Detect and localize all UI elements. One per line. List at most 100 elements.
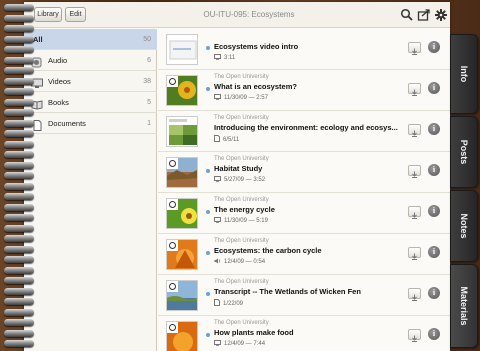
library-button[interactable]: Library [34,7,62,22]
info-icon[interactable]: i [428,123,440,135]
tab-notes[interactable]: Notes [450,190,478,262]
tab-info[interactable]: Info [450,34,478,114]
spiral-ring [4,161,34,169]
spiral-ring [4,277,34,284]
sidebar-item-label: Videos [48,77,71,86]
item-meta-text: 11/30/09 — 5:19 [224,218,268,224]
list-item[interactable]: The Open University How plants make food… [158,316,450,351]
spiral-ring [4,77,34,85]
spiral-binding [0,0,34,351]
document-icon [214,299,220,306]
list-item[interactable]: The Open University Introducing the envi… [158,111,450,152]
item-meta: 5/27/09 — 3:52 [214,176,265,183]
download-icon[interactable] [408,288,421,301]
spiral-ring [4,25,34,32]
spiral-ring [4,182,34,190]
list-item[interactable]: The Open University Ecosystems: the carb… [158,234,450,275]
sidebar-item-count: 6 [147,57,151,64]
spiral-ring [4,245,34,253]
spiral-ring [4,308,34,316]
sidebar-item-all[interactable]: All 50 [24,29,157,50]
info-icon[interactable]: i [428,41,440,53]
sidebar-item-count: 38 [143,78,151,85]
sidebar-item-count: 50 [143,36,151,43]
unread-dot [206,210,210,214]
download-icon[interactable] [408,42,421,55]
spiral-ring [4,140,34,148]
item-publisher: The Open University [214,197,269,203]
unread-dot [206,87,210,91]
download-icon[interactable] [408,247,421,260]
sidebar-item-label: Books [48,98,69,107]
download-icon[interactable] [408,206,421,219]
item-title: Introducing the environment: ecology and… [214,123,398,132]
notebook-page: Library Edit OU-ITU-095: Ecosystems All … [24,2,450,351]
spiral-ring [4,298,34,305]
unread-dot [206,46,210,50]
info-icon[interactable]: i [428,205,440,217]
list-item[interactable]: The Open University Habitat Study 5/27/0… [158,152,450,193]
info-icon[interactable]: i [428,246,440,258]
unread-dot [206,333,210,337]
thumbnail-image [166,75,198,106]
list-item[interactable]: Ecosystems video intro 3:11 i [158,29,450,70]
download-icon[interactable] [408,83,421,96]
download-icon[interactable] [408,165,421,178]
spiral-ring [4,35,34,43]
info-icon[interactable]: i [428,287,440,299]
spiral-ring [4,193,34,200]
list-item[interactable]: The Open University Transcript -- The We… [158,275,450,316]
document-icon [214,135,220,142]
download-icon[interactable] [408,329,421,342]
spiral-ring [4,151,34,158]
info-icon[interactable]: i [428,82,440,94]
page-title: OU-ITU-095: Ecosystems [203,10,295,19]
tab-materials[interactable]: Materials [450,264,478,348]
edit-button[interactable]: Edit [65,7,86,22]
item-meta: 11/30/09 — 5:19 [214,217,268,224]
item-publisher: The Open University [214,320,269,326]
info-icon[interactable]: i [428,328,440,340]
spiral-ring [4,235,34,242]
tab-label: Materials [459,286,469,326]
header-bar: Library Edit OU-ITU-095: Ecosystems [24,2,450,28]
item-title: Ecosystems: the carbon cycle [214,246,322,255]
item-meta: 11/30/09 — 2:57 [214,94,268,101]
tab-label: Info [459,65,469,83]
spiral-ring [4,214,34,221]
spiral-ring [4,287,34,295]
spiral-ring [4,172,34,179]
spiral-ring [4,266,34,274]
monitor-icon [214,94,221,101]
item-meta-text: 11/30/09 — 2:57 [224,95,268,101]
sidebar-item-count: 5 [147,99,151,106]
sidebar-item-books[interactable]: Books 5 [24,92,157,113]
spiral-ring [4,329,34,337]
sidebar-item-count: 1 [147,120,151,127]
search-icon[interactable] [400,8,414,22]
spiral-ring [4,67,34,74]
thumbnail-image [166,157,198,188]
spiral-ring [4,224,34,232]
list-item[interactable]: The Open University What is an ecosystem… [158,70,450,111]
sidebar-item-label: All [33,35,43,44]
sidebar-item-videos[interactable]: Videos 38 [24,71,157,92]
monitor-icon [214,217,221,224]
list-item[interactable]: The Open University The energy cycle 11/… [158,193,450,234]
thumbnail-image [166,239,198,270]
item-publisher: The Open University [214,74,269,80]
share-icon[interactable] [417,8,431,22]
sidebar-item-label: Audio [48,56,68,65]
item-meta-text: 6/5/11 [223,137,240,143]
sidebar-item-audio[interactable]: Audio 6 [24,50,157,71]
monitor-icon [214,340,221,347]
item-title: Transcript -- The Wetlands of Wicken Fen [214,287,361,296]
tab-posts[interactable]: Posts [450,116,478,188]
download-icon[interactable] [408,124,421,137]
gear-icon[interactable] [434,8,448,22]
info-icon[interactable]: i [428,164,440,176]
item-meta-text: 5/27/09 — 3:52 [224,177,266,183]
sidebar-item-documents[interactable]: Documents 1 [24,113,157,134]
spiral-ring [4,340,34,347]
item-meta: 6/5/11 [214,135,239,143]
